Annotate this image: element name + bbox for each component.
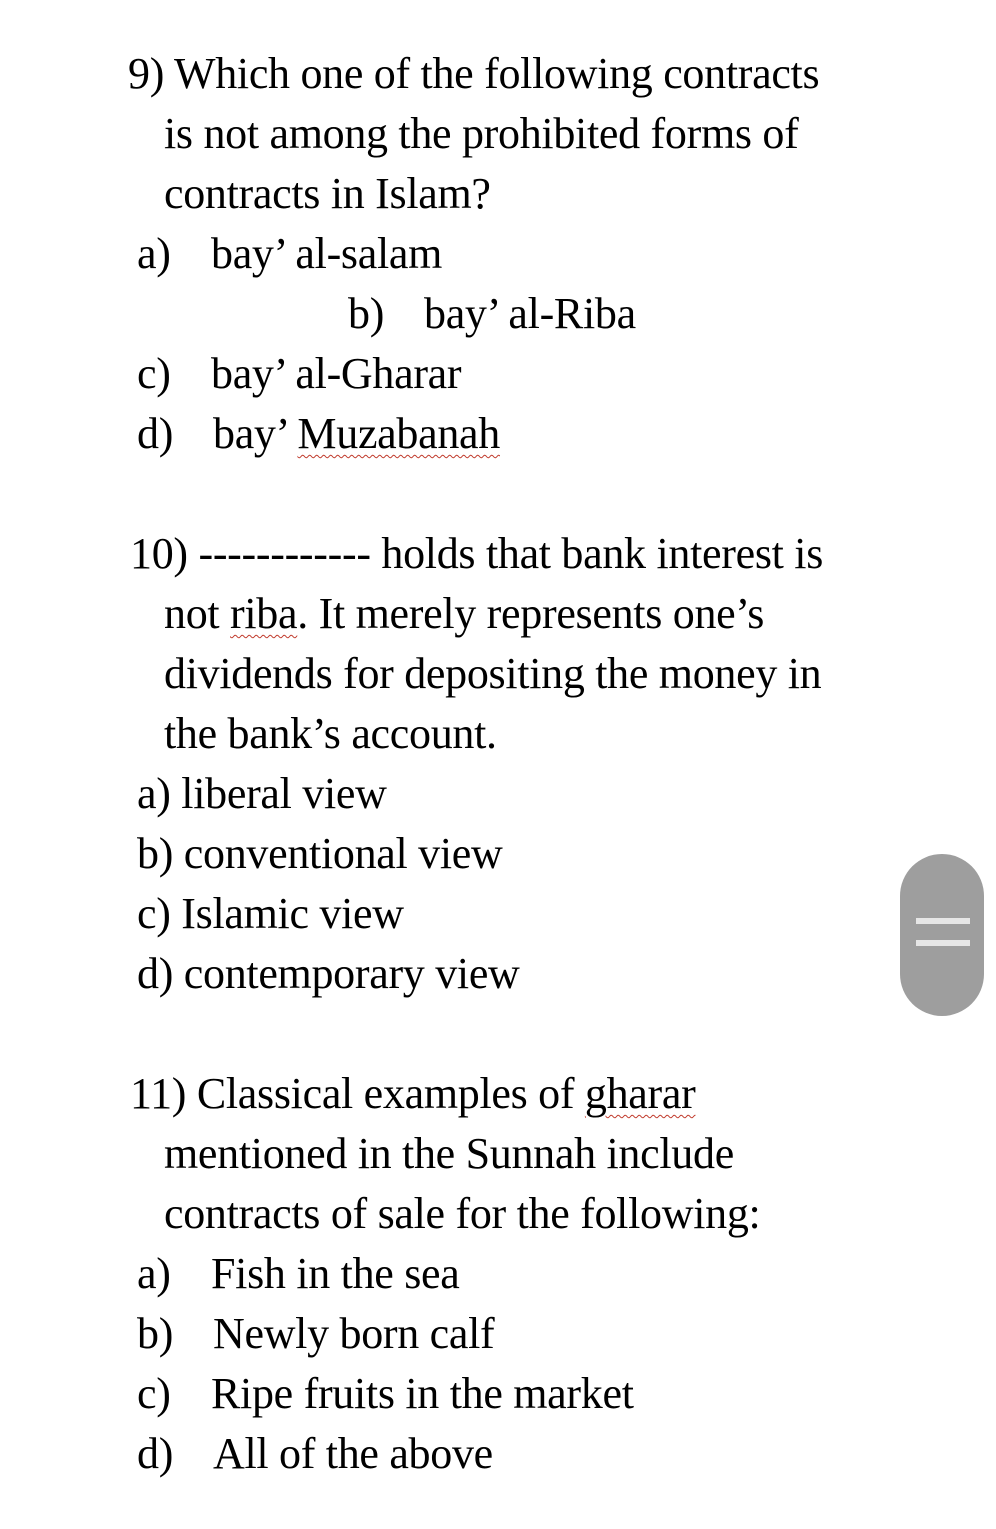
option-text: Ripe fruits in the market xyxy=(211,1369,634,1418)
option-b: b) Newly born calf xyxy=(137,1304,495,1364)
option-d: d) All of the above xyxy=(137,1424,493,1484)
question-stem-line: the bank’s account. xyxy=(164,709,497,758)
option-text: bay’ al-Riba xyxy=(424,289,636,338)
option-a: a) liberal view xyxy=(137,764,387,824)
option-letter: d) xyxy=(137,1429,174,1478)
option-text: conventional view xyxy=(183,829,503,878)
option-text: liberal view xyxy=(181,769,387,818)
question-number: 11) xyxy=(130,1069,187,1118)
question-number: 10) xyxy=(130,529,188,578)
grip-line xyxy=(916,918,970,924)
spellcheck-flagged-word[interactable]: Muzabanah xyxy=(297,409,500,458)
option-b: b) conventional view xyxy=(137,824,503,884)
question-stem-line: contracts of sale for the following: xyxy=(164,1189,761,1238)
option-letter: d) xyxy=(137,409,174,458)
option-c: c) Islamic view xyxy=(137,884,404,944)
stem-text: Classical examples of xyxy=(196,1069,585,1118)
option-letter: b) xyxy=(137,829,174,878)
option-text: All of the above xyxy=(213,1429,493,1478)
option-d: d) bay’ Muzabanah xyxy=(137,404,500,464)
option-letter: b) xyxy=(137,1309,174,1358)
option-a: a) Fish in the sea xyxy=(137,1244,460,1304)
option-letter: b) xyxy=(348,289,385,338)
option-letter: c) xyxy=(137,349,171,398)
option-text: Islamic view xyxy=(181,889,404,938)
option-text: bay’ al-salam xyxy=(211,229,443,278)
option-letter: c) xyxy=(137,1369,171,1418)
question-number: 9) xyxy=(128,49,165,98)
option-text: Fish in the sea xyxy=(211,1249,460,1298)
question-stem-line: 11) Classical examples of gharar xyxy=(130,1064,696,1124)
question-stem-line: not riba. It merely represents one’s xyxy=(164,584,764,644)
stem-text: Which one of the following contracts xyxy=(173,49,820,98)
option-letter: a) xyxy=(137,1249,171,1298)
stem-text: holds that bank interest is xyxy=(381,529,824,578)
spellcheck-flagged-word[interactable]: riba xyxy=(230,589,298,638)
grip-line xyxy=(916,940,970,946)
option-letter: a) xyxy=(137,769,171,818)
option-text: Newly born calf xyxy=(213,1309,495,1358)
option-text: contemporary view xyxy=(183,949,520,998)
scroll-handle[interactable] xyxy=(900,854,984,1016)
option-c: c) bay’ al-Gharar xyxy=(137,344,462,404)
option-text: bay’ al-Gharar xyxy=(211,349,462,398)
question-stem-line: 9) Which one of the following contracts xyxy=(128,44,820,104)
spellcheck-flagged-word[interactable]: gharar xyxy=(585,1069,696,1118)
option-text: bay’ xyxy=(213,409,298,458)
option-b: b) bay’ al-Riba xyxy=(348,284,636,344)
question-stem-line: mentioned in the Sunnah include xyxy=(164,1129,734,1178)
option-letter: a) xyxy=(137,229,171,278)
option-d: d) contemporary view xyxy=(137,944,520,1004)
answer-blank: ------------ xyxy=(198,529,371,578)
stem-text: not xyxy=(164,589,231,638)
option-a: a) bay’ al-salam xyxy=(137,224,442,284)
question-stem-line: 10) ------------ holds that bank interes… xyxy=(130,524,823,584)
option-c: c) Ripe fruits in the market xyxy=(137,1364,634,1424)
option-letter: c) xyxy=(137,889,171,938)
question-stem-line: contracts in Islam? xyxy=(164,169,491,218)
question-stem-line: is not among the prohibited forms of xyxy=(164,109,799,158)
question-stem-line: dividends for depositing the money in xyxy=(164,649,822,698)
stem-text: . It merely represents one’s xyxy=(297,589,765,638)
option-letter: d) xyxy=(137,949,174,998)
